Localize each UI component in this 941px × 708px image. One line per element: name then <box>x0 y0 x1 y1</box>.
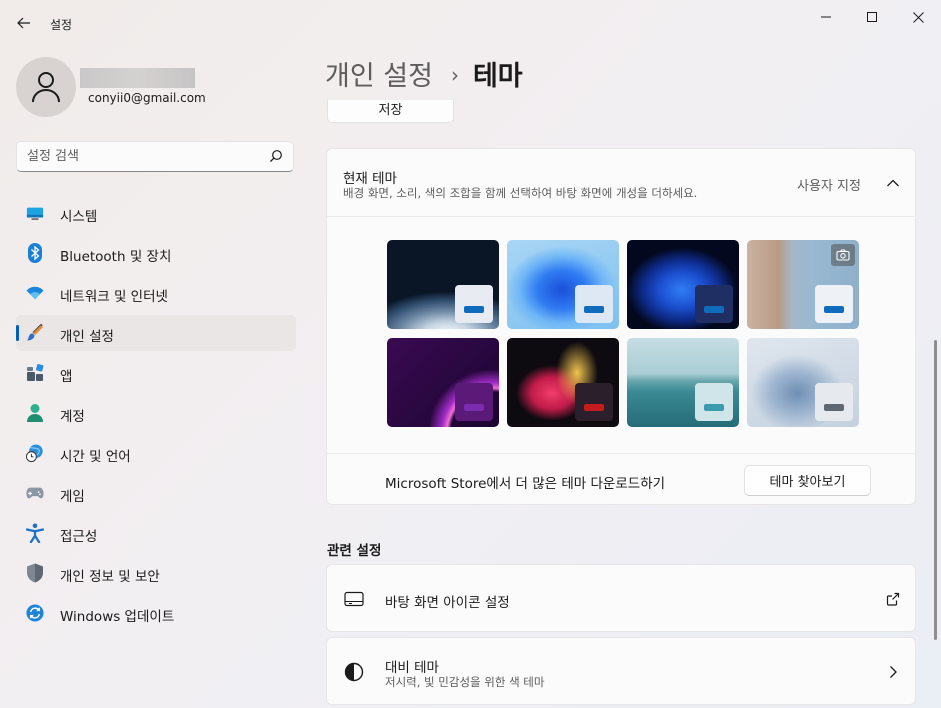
theme-tile-flow[interactable] <box>747 338 859 427</box>
search-input[interactable] <box>27 142 257 171</box>
search-box[interactable] <box>16 141 294 172</box>
breadcrumb-separator: › <box>450 63 459 87</box>
theme-tile-captured-motion[interactable] <box>507 338 619 427</box>
close-button[interactable] <box>895 4 941 30</box>
update-icon <box>26 604 44 622</box>
clock-globe-icon <box>26 444 44 463</box>
theme-preview-chip <box>695 383 733 421</box>
desktop-icon <box>343 589 365 609</box>
sidebar-item-time-language[interactable]: 시간 및 언어 <box>16 435 296 471</box>
avatar[interactable] <box>16 57 76 117</box>
current-theme-value: 사용자 지정 <box>797 179 861 194</box>
related-settings-heading: 관련 설정 <box>327 543 382 559</box>
chevron-right-icon <box>890 666 897 678</box>
apps-icon <box>26 364 44 382</box>
sidebar-item-label: 계정 <box>60 409 85 425</box>
theme-tile-bloom-light[interactable] <box>507 240 619 329</box>
sidebar-item-personalization[interactable]: 개인 설정 <box>16 315 296 351</box>
external-link-icon <box>886 592 900 606</box>
monitor-icon <box>26 204 44 222</box>
bluetooth-icon <box>26 243 44 263</box>
accessibility-icon <box>26 523 44 543</box>
store-themes-text: Microsoft Store에서 더 많은 테마 다운로드하기 <box>385 476 666 492</box>
minimize-icon <box>821 16 831 18</box>
current-theme-title: 현재 테마 <box>343 171 397 187</box>
contrast-themes-description: 저시력, 빛 민감성을 위한 색 테마 <box>385 675 545 689</box>
sidebar-item-accounts[interactable]: 계정 <box>16 395 296 431</box>
theme-preview-chip <box>695 285 733 323</box>
sidebar-item-label: 네트워크 및 인터넷 <box>60 289 168 305</box>
sidebar-item-label: 개인 정보 및 보안 <box>60 569 160 585</box>
sidebar-item-label: 게임 <box>60 489 85 505</box>
contrast-themes-label: 대비 테마 <box>385 660 439 676</box>
search-icon[interactable] <box>269 149 283 163</box>
breadcrumb-parent[interactable]: 개인 설정 <box>325 61 433 92</box>
sidebar-item-privacy-security[interactable]: 개인 정보 및 보안 <box>16 555 296 591</box>
title-bar: 설정 <box>0 0 941 44</box>
theme-preview-chip <box>455 383 493 421</box>
theme-tile-bloom-dark[interactable] <box>627 240 739 329</box>
store-themes-row: Microsoft Store에서 더 많은 테마 다운로드하기 테마 찾아보기 <box>327 453 915 506</box>
content-scrollbar[interactable] <box>934 340 937 640</box>
theme-preview-chip <box>575 285 613 323</box>
sidebar-item-bluetooth[interactable]: Bluetooth 및 장치 <box>16 235 296 271</box>
sidebar-item-apps[interactable]: 앱 <box>16 355 296 391</box>
contrast-icon <box>343 662 365 682</box>
theme-tile-sunrise-lake[interactable] <box>627 338 739 427</box>
sidebar-item-label: 개인 설정 <box>60 329 114 345</box>
theme-preview-chip <box>815 383 853 421</box>
sidebar-item-label: 접근성 <box>60 529 98 545</box>
sidebar-item-windows-update[interactable]: Windows 업데이트 <box>16 595 296 631</box>
maximize-icon <box>867 12 877 22</box>
maximize-button[interactable] <box>849 4 895 30</box>
theme-preview-chip <box>455 285 493 323</box>
sidebar-item-gaming[interactable]: 게임 <box>16 475 296 511</box>
back-button[interactable] <box>10 10 38 36</box>
sidebar-item-label: 시간 및 언어 <box>60 449 131 465</box>
page-title: 테마 <box>472 61 523 92</box>
current-theme-description: 배경 화면, 소리, 색의 조합을 함께 선택하여 바탕 화면에 개성을 더하세… <box>343 186 698 200</box>
sidebar-item-label: Windows 업데이트 <box>60 609 175 625</box>
chevron-up-icon[interactable] <box>885 175 901 191</box>
desktop-icon-settings-row[interactable]: 바탕 화면 아이콘 설정 <box>326 564 916 632</box>
sidebar-item-label: Bluetooth 및 장치 <box>60 249 172 265</box>
sidebar-item-label: 시스템 <box>60 209 98 225</box>
content-pane: 저장 현재 테마 배경 화면, 소리, 색의 조합을 함께 선택하여 바탕 화면… <box>326 100 916 708</box>
person-icon <box>32 72 60 103</box>
current-theme-header[interactable]: 현재 테마 배경 화면, 소리, 색의 조합을 함께 선택하여 바탕 화면에 개… <box>327 149 915 217</box>
close-icon <box>912 11 924 23</box>
contrast-themes-row[interactable]: 대비 테마 저시력, 빛 민감성을 위한 색 테마 <box>326 637 916 705</box>
sidebar-item-accessibility[interactable]: 접근성 <box>16 515 296 551</box>
back-arrow-icon <box>17 17 30 29</box>
minimize-button[interactable] <box>803 4 849 30</box>
breadcrumb: 개인 설정 › 테마 <box>325 54 523 93</box>
person-icon <box>26 404 44 422</box>
wifi-icon <box>26 284 44 302</box>
gamepad-icon <box>26 484 44 502</box>
theme-preview-chip <box>815 285 853 323</box>
sidebar-item-network[interactable]: 네트워크 및 인터넷 <box>16 275 296 311</box>
save-button[interactable]: 저장 <box>327 100 454 123</box>
sidebar-item-label: 앱 <box>60 369 73 385</box>
theme-tile-earth[interactable] <box>387 240 499 329</box>
sidebar-item-system[interactable]: 시스템 <box>16 195 296 231</box>
sidebar-nav: 시스템 Bluetooth 및 장치 네트워크 및 인터넷 개인 설정 앱 계정 <box>16 195 296 635</box>
browse-themes-button[interactable]: 테마 찾아보기 <box>744 465 871 496</box>
theme-tile-custom-photo[interactable] <box>747 240 859 329</box>
camera-icon <box>831 244 855 266</box>
theme-preview-chip <box>575 383 613 421</box>
theme-tile-glow[interactable] <box>387 338 499 427</box>
shield-icon <box>26 563 44 583</box>
brush-icon <box>26 323 44 342</box>
user-email: conyii0@gmail.com <box>88 91 206 105</box>
current-theme-card: 현재 테마 배경 화면, 소리, 색의 조합을 함께 선택하여 바탕 화면에 개… <box>326 148 916 505</box>
app-title: 설정 <box>50 18 73 32</box>
user-name-redacted <box>80 68 195 88</box>
desktop-icon-settings-label: 바탕 화면 아이콘 설정 <box>385 595 510 611</box>
